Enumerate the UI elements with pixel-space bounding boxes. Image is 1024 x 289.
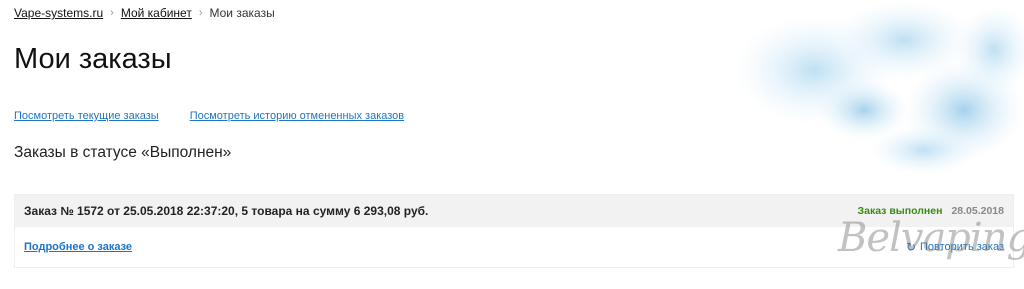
order-details-link[interactable]: Подробнее о заказе	[24, 241, 132, 253]
breadcrumb-home-link[interactable]: Vape-systems.ru	[14, 6, 103, 20]
current-orders-link[interactable]: Посмотреть текущие заказы	[14, 110, 159, 122]
cancelled-orders-history-link[interactable]: Посмотреть историю отмененных заказов	[190, 110, 404, 122]
breadcrumb-separator-icon: ›	[198, 7, 203, 19]
watermark: Belvaping.com	[838, 215, 1024, 261]
status-heading: Заказы в статусе «Выполнен»	[14, 144, 232, 161]
breadcrumb-current: Мои заказы	[209, 6, 275, 20]
breadcrumb-separator-icon: ›	[110, 7, 114, 19]
breadcrumb: Vape-systems.ru › Мой кабинет › Мои зака…	[14, 6, 275, 20]
breadcrumb-cabinet-link[interactable]: Мой кабинет	[121, 6, 192, 20]
order-title: Заказ № 1572 от 25.05.2018 22:37:20, 5 т…	[24, 204, 429, 218]
decorative-smoke-image	[734, 0, 1024, 175]
order-filter-links: Посмотреть текущие заказы Посмотреть ист…	[14, 110, 404, 122]
page-title: Мои заказы	[14, 43, 172, 75]
